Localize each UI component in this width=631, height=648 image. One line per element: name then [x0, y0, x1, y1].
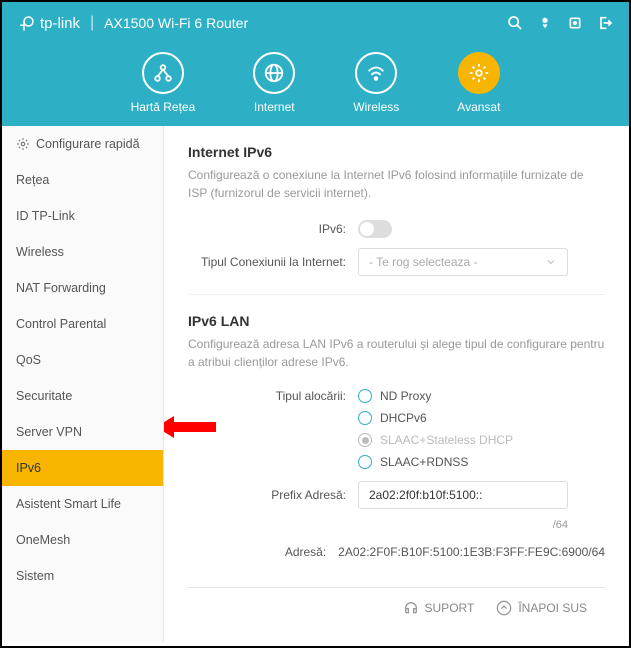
address-value: 2A02:2F0F:B10F:5100:1E3B:F3FF:FE9C:6900/… — [338, 545, 605, 559]
sidebar-item-vpn[interactable]: Server VPN — [2, 414, 163, 450]
sidebar-item-ipv6[interactable]: IPv6 — [2, 450, 163, 486]
sidebar-item-wireless[interactable]: Wireless — [2, 234, 163, 270]
sidebar-item-quick-setup[interactable]: Configurare rapidă — [2, 126, 163, 162]
sidebar-item-parental[interactable]: Control Parental — [2, 306, 163, 342]
ipv6-toggle-label: IPv6: — [188, 222, 358, 236]
support-button[interactable]: SUPORT — [403, 600, 475, 616]
alloc-type-label: Tipul alocării: — [188, 389, 358, 403]
header: tp-link | AX1500 Wi-Fi 6 Router Hartă Re… — [2, 2, 629, 126]
footer: SUPORT ÎNAPOI SUS — [188, 587, 605, 628]
sidebar-item-security[interactable]: Securitate — [2, 378, 163, 414]
sidebar: Configurare rapidă Rețea ID TP-Link Wire… — [2, 126, 164, 642]
chevron-down-icon — [545, 256, 557, 268]
sidebar-item-smart-life[interactable]: Asistent Smart Life — [2, 486, 163, 522]
topbar-actions — [507, 15, 613, 31]
ipv6-toggle[interactable] — [358, 220, 392, 238]
headset-icon — [403, 600, 419, 616]
prefix-label: Prefix Adresă: — [188, 488, 358, 502]
back-to-top-button[interactable]: ÎNAPOI SUS — [496, 600, 587, 616]
prefix-input[interactable] — [358, 481, 568, 509]
reboot-icon[interactable] — [567, 15, 583, 31]
nav-internet[interactable]: Internet — [253, 52, 295, 114]
sidebar-item-qos[interactable]: QoS — [2, 342, 163, 378]
topbar: tp-link | AX1500 Wi-Fi 6 Router — [2, 2, 629, 44]
sidebar-item-nat[interactable]: NAT Forwarding — [2, 270, 163, 306]
brand-logo: tp-link — [18, 14, 80, 32]
conn-type-select[interactable]: - Te rog selecteaza - — [358, 248, 568, 276]
section-internet-ipv6-desc: Configurează o conexiune la Internet IPv… — [188, 166, 605, 202]
sidebar-item-network[interactable]: Rețea — [2, 162, 163, 198]
alloc-radio-group: ND Proxy DHCPv6 SLAAC+Stateless DHCP SLA… — [358, 389, 513, 469]
logout-icon[interactable] — [597, 15, 613, 31]
radio-slaac-rdnss[interactable]: SLAAC+RDNSS — [358, 455, 513, 469]
section-ipv6-lan-title: IPv6 LAN — [188, 313, 605, 329]
conn-type-label: Tipul Conexiunii la Internet: — [188, 255, 358, 269]
divider: | — [90, 14, 94, 32]
sidebar-item-onemesh[interactable]: OneMesh — [2, 522, 163, 558]
nav-wireless[interactable]: Wireless — [353, 52, 399, 114]
sidebar-item-system[interactable]: Sistem — [2, 558, 163, 594]
address-label: Adresă: — [188, 545, 338, 559]
led-icon[interactable] — [537, 15, 553, 31]
nav-network-map[interactable]: Hartă Rețea — [131, 52, 196, 114]
section-ipv6-lan-desc: Configurează adresa LAN IPv6 a routerulu… — [188, 335, 605, 371]
nav-advanced[interactable]: Avansat — [457, 52, 500, 114]
arrow-up-icon — [496, 600, 512, 616]
radio-slaac-stateless[interactable]: SLAAC+Stateless DHCP — [358, 433, 513, 447]
radio-nd-proxy[interactable]: ND Proxy — [358, 389, 513, 403]
product-name: AX1500 Wi-Fi 6 Router — [104, 15, 248, 31]
section-internet-ipv6-title: Internet IPv6 — [188, 144, 605, 160]
navbar: Hartă Rețea Internet Wireless Avansat — [2, 44, 629, 126]
radio-dhcpv6[interactable]: DHCPv6 — [358, 411, 513, 425]
main-content: Internet IPv6 Configurează o conexiune l… — [164, 126, 629, 642]
brand-text: tp-link — [40, 15, 80, 32]
sidebar-item-tplink-id[interactable]: ID TP-Link — [2, 198, 163, 234]
prefix-suffix: /64 — [188, 519, 568, 531]
search-icon[interactable] — [507, 15, 523, 31]
